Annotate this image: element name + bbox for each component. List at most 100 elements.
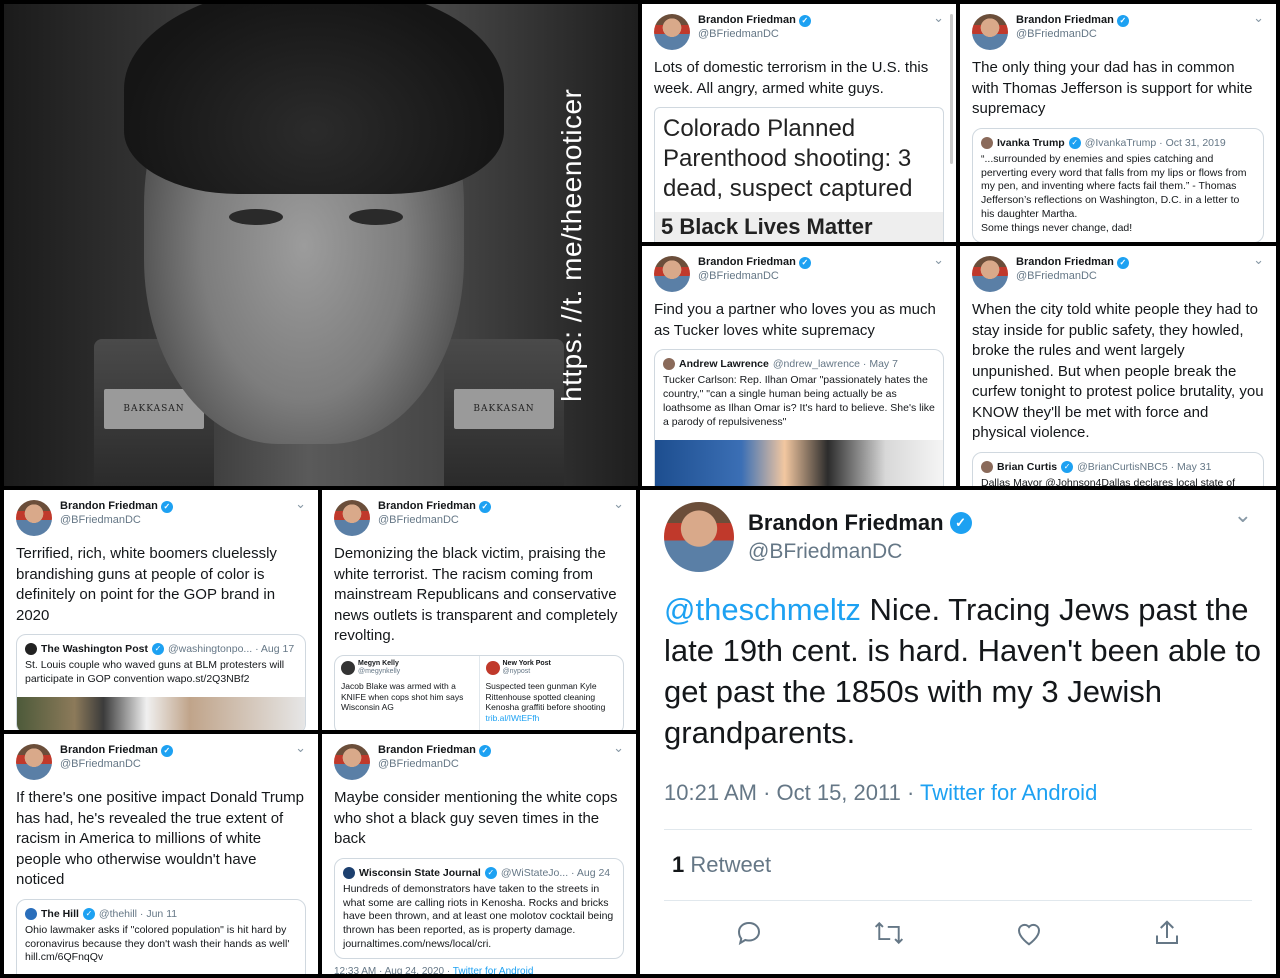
handle[interactable]: @BFriedmanDC	[60, 758, 173, 772]
tweet-source-link[interactable]: Twitter for Android	[920, 780, 1097, 805]
quote-text: St. Louis couple who waved guns at BLM p…	[25, 659, 285, 686]
quote-name: The Washington Post	[41, 643, 148, 656]
avatar[interactable]	[654, 14, 690, 50]
handle[interactable]: @BFriedmanDC	[1016, 28, 1129, 42]
tweet-text: Maybe consider mentioning the white cops…	[334, 789, 618, 848]
display-name[interactable]: Brandon Friedman ✓	[378, 500, 491, 514]
avatar[interactable]	[654, 256, 690, 292]
tweet-seven-times: Brandon Friedman ✓ @BFriedmanDC ⌄ Maybe c…	[322, 734, 636, 974]
verified-icon: ✓	[478, 744, 491, 757]
quoted-tweet-right[interactable]: New York Post @nypost Suspected teen gunm…	[480, 656, 624, 730]
avatar[interactable]	[972, 256, 1008, 292]
handle[interactable]: @BFriedmanDC	[378, 758, 491, 772]
mention-link[interactable]: @theschmeltz	[664, 592, 861, 627]
article-subheadline: 5 Black Lives Matter	[655, 212, 943, 242]
avatar[interactable]	[664, 502, 734, 572]
watermark-url: https: //t. me/theenoticer	[556, 88, 587, 402]
chevron-down-icon[interactable]: ⌄	[1253, 10, 1264, 26]
tweet-positive-impact: Brandon Friedman ✓ @BFriedmanDC ⌄ If ther…	[4, 734, 318, 974]
retweet-icon[interactable]	[872, 918, 906, 948]
quote-avatar	[981, 136, 993, 149]
chevron-down-icon[interactable]: ⌄	[933, 10, 944, 26]
avatar[interactable]	[972, 14, 1008, 50]
handle[interactable]: @BFriedmanDC	[698, 28, 811, 42]
chevron-down-icon[interactable]: ⌄	[613, 496, 624, 512]
quote-text: Dallas Mayor @Johnson4Dallas declares lo…	[981, 476, 1236, 486]
quote-text: Hundreds of demonstrators have taken to …	[343, 882, 614, 951]
chevron-down-icon[interactable]: ⌄	[1253, 252, 1264, 268]
quote-link[interactable]: trib.al/IWtEFfh	[486, 713, 618, 724]
quote-name: Megyn Kelly	[358, 659, 399, 667]
display-name[interactable]: Brandon Friedman ✓	[748, 510, 972, 536]
chevron-down-icon[interactable]: ⌄	[1234, 502, 1252, 528]
tweet-curfew: Brandon Friedman ✓ @BFriedmanDC ⌄ When th…	[960, 246, 1276, 486]
quote-meta: @IvankaTrump · Oct 31, 2019	[1084, 136, 1226, 149]
quote-meta: @WiStateJo... · Aug 24	[500, 866, 611, 879]
verified-icon: ✓	[160, 744, 173, 757]
verified-icon: ✓	[798, 256, 811, 269]
quote-image[interactable]	[17, 697, 305, 730]
display-name[interactable]: Brandon Friedman ✓	[60, 500, 173, 514]
quote-text: Suspected teen gunman Kyle Rittenhouse s…	[485, 681, 606, 713]
handle[interactable]: @BFriedmanDC	[748, 540, 972, 564]
jar-right-label: BAKKASAN	[454, 389, 554, 429]
avatar[interactable]	[16, 744, 52, 780]
handle[interactable]: @BFriedmanDC	[698, 270, 811, 284]
verified-icon: ✓	[160, 500, 173, 513]
quote-name: Andrew Lawrence	[679, 358, 769, 371]
share-icon[interactable]	[1152, 918, 1182, 948]
heart-icon[interactable]	[1014, 918, 1044, 948]
avatar[interactable]	[16, 500, 52, 536]
display-name[interactable]: Brandon Friedman ✓	[698, 256, 811, 270]
quoted-tweet[interactable]: Brian Curtis ✓ @BrianCurtisNBC5 · May 31 D…	[972, 451, 1264, 486]
avatar[interactable]	[334, 744, 370, 780]
chevron-down-icon[interactable]: ⌄	[295, 740, 306, 756]
quoted-tweet[interactable]: Wisconsin State Journal ✓ @WiStateJo... · …	[334, 857, 624, 959]
quote-avatar	[341, 661, 355, 676]
display-name[interactable]: Brandon Friedman ✓	[698, 14, 811, 28]
quoted-tweet[interactable]: The Hill ✓ @thehill · Jun 11 Ohio lawmaker…	[16, 898, 306, 974]
retweet-stats[interactable]: 1 Retweet	[672, 852, 771, 878]
display-name[interactable]: Brandon Friedman ✓	[378, 744, 491, 758]
divider	[664, 829, 1252, 830]
reply-icon[interactable]	[734, 918, 764, 948]
display-name[interactable]: Brandon Friedman ✓	[1016, 256, 1129, 270]
quoted-tweet-left[interactable]: Megyn Kelly @megynkelly Jacob Blake was a…	[335, 655, 480, 730]
quoted-tweet[interactable]: Andrew Lawrence @ndrew_lawrence · May 7 T…	[654, 349, 944, 486]
verified-icon: ✓	[484, 866, 497, 879]
tweet-text: @theschmeltz Nice. Tracing Jews past the…	[664, 590, 1264, 754]
verified-icon: ✓	[949, 512, 972, 534]
display-name[interactable]: Brandon Friedman ✓	[1016, 14, 1129, 28]
avatar[interactable]	[334, 500, 370, 536]
quote-video-thumbnail[interactable]	[655, 440, 943, 486]
quote-avatar	[981, 460, 993, 473]
chevron-down-icon[interactable]: ⌄	[295, 496, 306, 512]
tweet-source-link[interactable]: Twitter for Android	[453, 966, 534, 974]
tweet-main-jewish-grandparents: Brandon Friedman ✓ @BFriedmanDC ⌄ @thesch…	[640, 490, 1276, 974]
verified-icon: ✓	[1116, 14, 1129, 27]
handle[interactable]: @BFriedmanDC	[378, 514, 491, 528]
quote-avatar	[663, 358, 675, 371]
tweet-text: When the city told white people they had…	[972, 301, 1264, 442]
chevron-down-icon[interactable]: ⌄	[933, 252, 944, 268]
quoted-tweets-comparison[interactable]: Megyn Kelly @megynkelly Jacob Blake was a…	[334, 654, 624, 730]
chevron-down-icon[interactable]: ⌄	[613, 740, 624, 756]
divider	[664, 900, 1252, 901]
tweet-text: Lots of domestic terrorism in the U.S. t…	[654, 59, 929, 97]
quoted-tweet[interactable]: The Washington Post ✓ @washingtonpo... · A…	[16, 634, 306, 730]
tweet-boomers: Brandon Friedman ✓ @BFriedmanDC ⌄ Terrifi…	[4, 490, 318, 730]
quote-name: Ivanka Trump	[997, 136, 1065, 149]
left-eye	[229, 209, 283, 225]
article-preview[interactable]: Colorado Planned Parenthood shooting: 3 …	[654, 107, 944, 242]
handle[interactable]: @BFriedmanDC	[1016, 270, 1129, 284]
quoted-tweet[interactable]: Ivanka Trump ✓ @IvankaTrump · Oct 31, 2019…	[972, 127, 1264, 242]
tweet-timestamp: 10:21 AM · Oct 15, 2011 ·	[664, 780, 920, 805]
tweet-tucker: Brandon Friedman ✓ @BFriedmanDC ⌄ Find yo…	[642, 246, 956, 486]
handle[interactable]: @BFriedmanDC	[60, 514, 173, 528]
tweet-timestamp: 12:33 AM · Aug 24, 2020 ·	[334, 966, 453, 974]
display-name[interactable]: Brandon Friedman ✓	[60, 744, 173, 758]
tweet-meta: 10:21 AM · Oct 15, 2011 · Twitter for An…	[664, 780, 1097, 806]
quote-handle: @megynkelly	[358, 668, 401, 676]
quote-text: Jacob Blake was armed with a KNIFE when …	[341, 681, 464, 713]
hair	[124, 4, 504, 194]
